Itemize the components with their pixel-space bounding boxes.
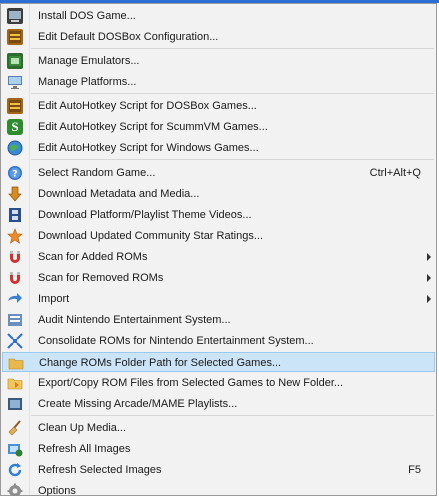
menu-item-select-random-game[interactable]: ? Select Random Game... Ctrl+Alt+Q bbox=[2, 163, 435, 183]
menu-item-audit-nes[interactable]: Audit Nintendo Entertainment System... bbox=[2, 310, 435, 330]
refresh-images-icon bbox=[7, 441, 23, 457]
scummvm-icon: S bbox=[7, 119, 23, 135]
menu-item-label: Edit Default DOSBox Configuration... bbox=[38, 31, 219, 43]
menu-item-consolidate-roms-nes[interactable]: Consolidate ROMs for Nintendo Entertainm… bbox=[2, 331, 435, 351]
submenu-arrow-icon bbox=[427, 295, 431, 303]
menu-item-label: Download Updated Community Star Ratings.… bbox=[38, 230, 263, 242]
menu-item-shortcut: Ctrl+Alt+Q bbox=[369, 167, 421, 179]
magnet-icon bbox=[7, 249, 23, 265]
menu-item-label: Clean Up Media... bbox=[38, 422, 127, 434]
menu-item-label: Refresh Selected Images bbox=[38, 464, 162, 476]
menu-item-label: Audit Nintendo Entertainment System... bbox=[38, 314, 231, 326]
menu-item-import[interactable]: Import bbox=[2, 289, 435, 309]
menu-item-ahk-windows[interactable]: Edit AutoHotkey Script for Windows Games… bbox=[2, 138, 435, 158]
menu-separator bbox=[31, 48, 434, 49]
menu-item-shortcut: F5 bbox=[408, 464, 421, 476]
menu-item-label: Refresh All Images bbox=[38, 443, 131, 455]
menu-item-label: Download Metadata and Media... bbox=[38, 188, 200, 200]
menu-item-clean-up-media[interactable]: Clean Up Media... bbox=[2, 418, 435, 438]
export-folder-icon bbox=[7, 375, 23, 391]
menu-item-scan-added-roms[interactable]: Scan for Added ROMs bbox=[2, 247, 435, 267]
dosbox-icon bbox=[7, 98, 23, 114]
menu-item-ahk-scummvm[interactable]: S Edit AutoHotkey Script for ScummVM Gam… bbox=[2, 117, 435, 137]
menu-item-label: Manage Platforms... bbox=[38, 76, 137, 88]
menu-item-download-metadata[interactable]: Download Metadata and Media... bbox=[2, 184, 435, 204]
refresh-icon bbox=[7, 462, 23, 478]
consolidate-icon bbox=[7, 333, 23, 349]
menu-item-label: Edit AutoHotkey Script for ScummVM Games… bbox=[38, 121, 268, 133]
menu-item-label: Change ROMs Folder Path for Selected Gam… bbox=[39, 357, 282, 369]
download-icon bbox=[7, 186, 23, 202]
platform-monitor-icon bbox=[7, 74, 23, 90]
menu-item-manage-emulators[interactable]: Manage Emulators... bbox=[2, 51, 435, 71]
menu-item-label: Consolidate ROMs for Nintendo Entertainm… bbox=[38, 335, 314, 347]
random-question-icon: ? bbox=[7, 165, 23, 181]
menu-item-label: Scan for Removed ROMs bbox=[38, 272, 164, 284]
dos-install-icon bbox=[7, 8, 23, 24]
menu-item-label: Export/Copy ROM Files from Selected Game… bbox=[38, 377, 344, 389]
submenu-arrow-icon bbox=[427, 253, 431, 261]
film-icon bbox=[7, 207, 23, 223]
broom-icon bbox=[7, 420, 23, 436]
menu-item-export-copy-rom-files[interactable]: Export/Copy ROM Files from Selected Game… bbox=[2, 373, 435, 393]
menu-item-label: Edit AutoHotkey Script for Windows Games… bbox=[38, 142, 259, 154]
dosbox-icon bbox=[7, 29, 23, 45]
menu-separator bbox=[31, 93, 434, 94]
submenu-arrow-icon bbox=[427, 274, 431, 282]
windows-globe-icon bbox=[7, 140, 23, 156]
menu-item-manage-platforms[interactable]: Manage Platforms... bbox=[2, 72, 435, 92]
window-bottom-strip bbox=[0, 496, 439, 500]
import-arrow-icon bbox=[7, 291, 23, 307]
menu-item-refresh-all-images[interactable]: Refresh All Images bbox=[2, 439, 435, 459]
menu-item-install-dos-game[interactable]: Install DOS Game... bbox=[2, 6, 435, 26]
menu-item-scan-removed-roms[interactable]: Scan for Removed ROMs bbox=[2, 268, 435, 288]
menu-item-refresh-selected-images[interactable]: Refresh Selected Images F5 bbox=[2, 460, 435, 480]
menu-item-label: Install DOS Game... bbox=[38, 10, 136, 22]
menu-item-ahk-dosbox[interactable]: Edit AutoHotkey Script for DOSBox Games.… bbox=[2, 96, 435, 116]
menu-separator bbox=[31, 415, 434, 416]
menu-item-edit-default-dosbox-config[interactable]: Edit Default DOSBox Configuration... bbox=[2, 27, 435, 47]
menu-separator bbox=[31, 159, 434, 160]
menu-item-label: Select Random Game... bbox=[38, 167, 156, 179]
menu-item-label: Import bbox=[38, 293, 70, 305]
folder-icon bbox=[8, 355, 24, 371]
menu-item-create-mame-playlists[interactable]: Create Missing Arcade/MAME Playlists... bbox=[2, 394, 435, 414]
audit-icon bbox=[7, 312, 23, 328]
menu-item-label: Manage Emulators... bbox=[38, 55, 140, 67]
menu-item-label: Download Platform/Playlist Theme Videos.… bbox=[38, 209, 252, 221]
menu-item-label: Edit AutoHotkey Script for DOSBox Games.… bbox=[38, 100, 257, 112]
menu-item-download-star-ratings[interactable]: Download Updated Community Star Ratings.… bbox=[2, 226, 435, 246]
emulator-icon bbox=[7, 53, 23, 69]
context-menu: Install DOS Game... Edit Default DOSBox … bbox=[0, 3, 437, 499]
magnet-icon bbox=[7, 270, 23, 286]
svg-text:?: ? bbox=[12, 170, 17, 180]
playlist-icon bbox=[7, 396, 23, 412]
menu-item-download-theme-videos[interactable]: Download Platform/Playlist Theme Videos.… bbox=[2, 205, 435, 225]
menu-item-label: Scan for Added ROMs bbox=[38, 251, 148, 263]
star-icon bbox=[7, 228, 23, 244]
menu-item-change-roms-folder-path[interactable]: Change ROMs Folder Path for Selected Gam… bbox=[2, 352, 435, 372]
menu-item-label: Create Missing Arcade/MAME Playlists... bbox=[38, 398, 238, 410]
